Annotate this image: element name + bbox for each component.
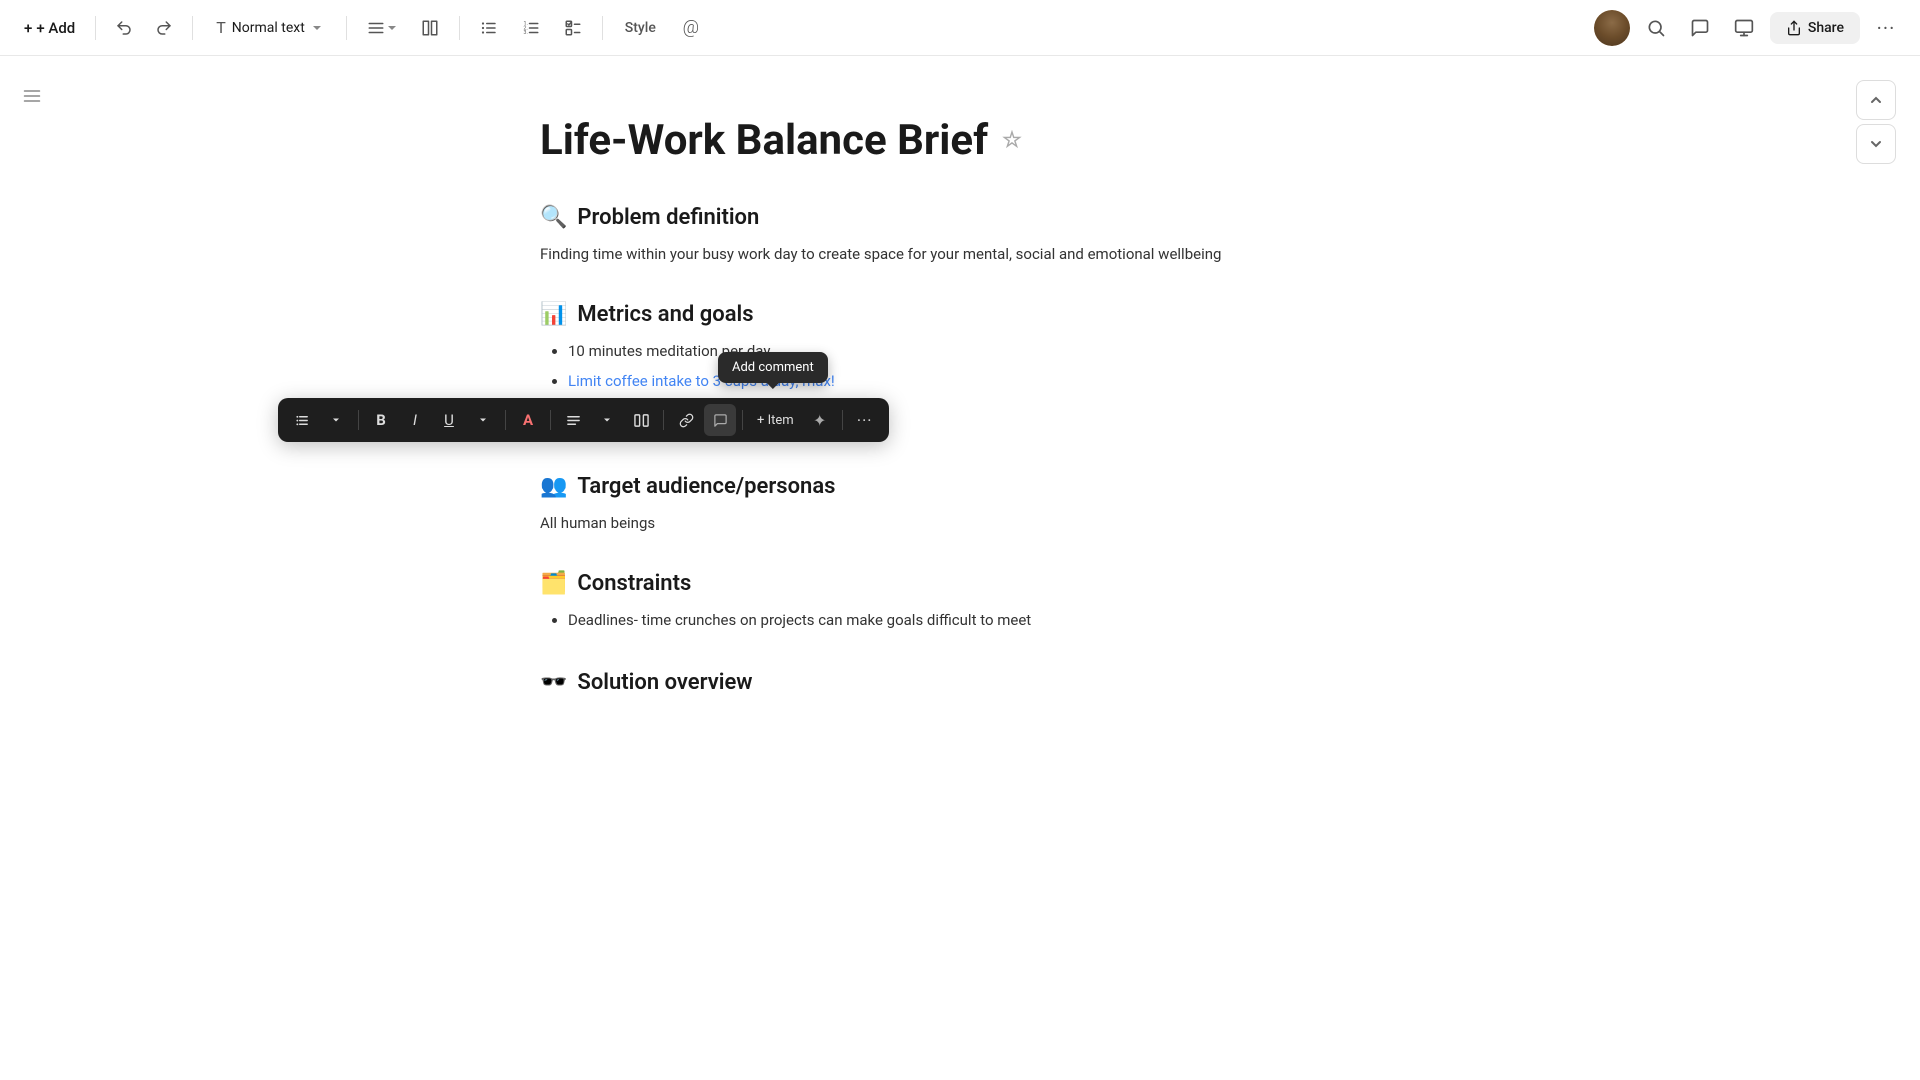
ft-divider-3 xyxy=(550,410,551,430)
problem-icon: 🔍 xyxy=(540,205,567,230)
metrics-heading-text: Metrics and goals xyxy=(577,302,753,327)
section-audience: 👥 Target audience/personas All human bei… xyxy=(540,474,1460,535)
list-item-highlighted: Limit coffee intake to 3 cups a day, max… xyxy=(568,369,1460,395)
section-solution: 🕶️ Solution overview xyxy=(540,670,1460,695)
ft-align-button[interactable] xyxy=(557,404,589,436)
user-avatar[interactable] xyxy=(1594,10,1630,46)
ft-divider-2 xyxy=(505,410,506,430)
divider-5 xyxy=(602,16,603,40)
audience-icon: 👥 xyxy=(540,474,567,499)
ft-link-button[interactable] xyxy=(670,404,702,436)
audience-heading-text: Target audience/personas xyxy=(577,474,835,499)
ft-list-button[interactable] xyxy=(286,404,318,436)
ft-divider-6 xyxy=(842,410,843,430)
avatar-image xyxy=(1594,10,1630,46)
search-button[interactable] xyxy=(1638,10,1674,46)
text-type-label: Normal text xyxy=(232,20,305,36)
ft-add-item-button[interactable]: + Item xyxy=(749,409,802,432)
toolbar-right: Share ··· xyxy=(1594,10,1904,46)
section-constraints: 🗂️ Constraints Deadlines- time crunches … xyxy=(540,571,1460,634)
share-label: Share xyxy=(1808,20,1844,36)
constraints-heading-text: Constraints xyxy=(577,571,691,596)
ft-more-button[interactable]: ··· xyxy=(849,404,881,436)
redo-button[interactable] xyxy=(148,12,180,44)
share-button[interactable]: Share xyxy=(1770,12,1860,44)
audience-body: All human beings xyxy=(540,511,1460,535)
ft-bold-button[interactable]: B xyxy=(365,404,397,436)
ft-list-arrow-button[interactable] xyxy=(320,404,352,436)
divider-1 xyxy=(95,16,96,40)
checkbox-list-button[interactable] xyxy=(556,11,590,45)
section-heading-metrics: 📊 Metrics and goals xyxy=(540,302,1460,327)
divider-3 xyxy=(346,16,347,40)
section-metrics: 📊 Metrics and goals 10 minutes meditatio… xyxy=(540,302,1460,394)
divider-2 xyxy=(192,16,193,40)
ft-text-color-button[interactable]: A xyxy=(512,404,544,436)
bullet-list-button[interactable] xyxy=(472,11,506,45)
add-label: + Add xyxy=(36,19,75,37)
main-toolbar: + + Add T Normal text 1.2.3. Style xyxy=(0,0,1920,56)
ft-underline-button[interactable]: U xyxy=(433,404,465,436)
section-problem: 🔍 Problem definition Finding time within… xyxy=(540,205,1460,266)
ft-divider-5 xyxy=(742,410,743,430)
plus-icon: + xyxy=(24,19,32,37)
section-heading-audience: 👥 Target audience/personas xyxy=(540,474,1460,499)
floating-format-toolbar: B I U A + Item ✦ ··· xyxy=(278,398,889,442)
problem-body: Finding time within your busy work day t… xyxy=(540,242,1460,266)
ft-ai-button[interactable]: ✦ xyxy=(804,404,836,436)
ft-underline-arrow-button[interactable] xyxy=(467,404,499,436)
problem-heading-text: Problem definition xyxy=(577,205,759,230)
ft-align-arrow-button[interactable] xyxy=(591,404,623,436)
undo-button[interactable] xyxy=(108,12,140,44)
more-options-button[interactable]: ··· xyxy=(1868,10,1904,46)
favorite-star-icon[interactable]: ☆ xyxy=(1002,128,1022,153)
constraints-bullet-list: Deadlines- time crunches on projects can… xyxy=(540,608,1460,634)
align-button[interactable] xyxy=(359,14,405,42)
present-button[interactable] xyxy=(1726,10,1762,46)
ft-comment-button[interactable] xyxy=(704,404,736,436)
solution-heading-text: Solution overview xyxy=(577,670,752,695)
section-heading-problem: 🔍 Problem definition xyxy=(540,205,1460,230)
metrics-icon: 📊 xyxy=(540,302,567,327)
sidebar-toggle-button[interactable] xyxy=(16,80,48,112)
ft-italic-button[interactable]: I xyxy=(399,404,431,436)
add-button[interactable]: + + Add xyxy=(16,13,83,43)
text-type-selector[interactable]: T Normal text xyxy=(205,12,334,43)
constraints-icon: 🗂️ xyxy=(540,571,567,596)
numbered-list-button[interactable]: 1.2.3. xyxy=(514,11,548,45)
document-title: Life-Work Balance Brief ☆ xyxy=(540,116,1460,165)
list-item: Deadlines- time crunches on projects can… xyxy=(568,608,1460,634)
section-heading-constraints: 🗂️ Constraints xyxy=(540,571,1460,596)
columns-button[interactable] xyxy=(413,11,447,45)
style-label: Style xyxy=(625,20,656,36)
navigation-arrows xyxy=(1856,80,1896,164)
style-button[interactable]: Style xyxy=(615,15,666,41)
comment-button[interactable] xyxy=(1682,10,1718,46)
nav-up-button[interactable] xyxy=(1856,80,1896,120)
at-mention-button[interactable]: @ xyxy=(674,11,708,45)
tooltip-text: Add comment xyxy=(732,360,814,375)
ft-columns-button[interactable] xyxy=(625,404,657,436)
ft-divider-4 xyxy=(663,410,664,430)
metrics-bullet-list: 10 minutes meditation per day Limit coff… xyxy=(540,339,1460,394)
nav-down-button[interactable] xyxy=(1856,124,1896,164)
add-comment-tooltip: Add comment xyxy=(718,352,828,383)
section-heading-solution: 🕶️ Solution overview xyxy=(540,670,1460,695)
ft-divider-1 xyxy=(358,410,359,430)
list-item: 10 minutes meditation per day xyxy=(568,339,1460,365)
svg-text:3.: 3. xyxy=(523,30,527,36)
at-label: @ xyxy=(683,17,699,38)
solution-icon: 🕶️ xyxy=(540,670,567,695)
divider-4 xyxy=(459,16,460,40)
